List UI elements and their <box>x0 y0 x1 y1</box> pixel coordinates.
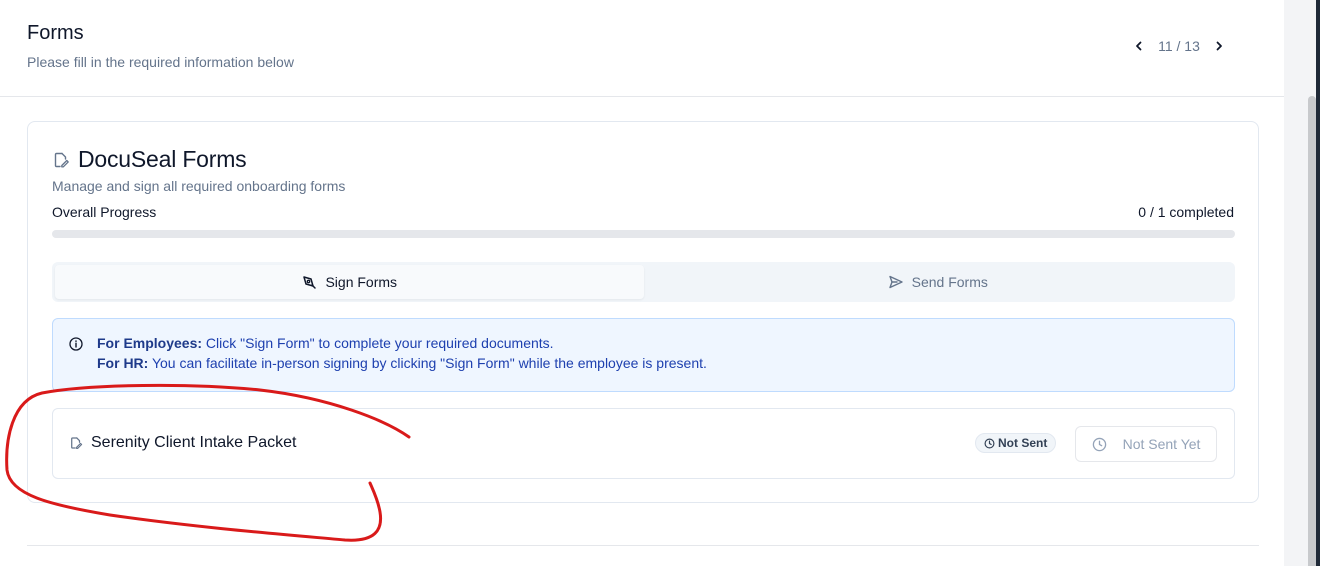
form-item-title: Serenity Client Intake Packet <box>69 434 296 452</box>
send-icon <box>888 275 903 289</box>
info-hr-line: For HR: You can facilitate in-person sig… <box>97 355 707 371</box>
divider <box>27 545 1259 546</box>
file-edit-icon <box>54 152 69 168</box>
info-icon <box>69 337 83 351</box>
next-page-button[interactable] <box>1206 36 1232 56</box>
tab-sign-forms[interactable]: Sign Forms <box>55 265 644 299</box>
status-badge: Not Sent <box>975 433 1057 453</box>
info-employees-label: For Employees: <box>97 335 203 351</box>
previous-page-button[interactable] <box>1126 36 1152 56</box>
tab-sign-forms-label: Sign Forms <box>325 274 398 290</box>
page-subtitle: Please fill in the required information … <box>27 54 294 70</box>
progress-label: Overall Progress <box>52 204 157 220</box>
page-title: Forms <box>27 22 84 44</box>
not-sent-yet-label: Not Sent Yet <box>1122 436 1201 452</box>
info-alert: For Employees: Click "Sign Form" to comp… <box>52 318 1235 392</box>
form-name: Serenity Client Intake Packet <box>91 434 297 451</box>
page-header: Forms Please fill in the required inform… <box>0 0 1284 97</box>
info-employees-line: For Employees: Click "Sign Form" to comp… <box>97 335 554 351</box>
tab-send-forms[interactable]: Send Forms <box>644 265 1233 299</box>
chevron-right-icon <box>1216 41 1222 51</box>
pagination: 11 / 13 <box>1126 36 1232 56</box>
progress-count: 0 / 1 completed <box>1138 204 1234 220</box>
forms-tabs: Sign Forms Send Forms <box>52 262 1235 302</box>
tab-send-forms-label: Send Forms <box>911 274 988 290</box>
form-list-item: Serenity Client Intake Packet Not Sent N… <box>52 408 1235 479</box>
info-hr-text: You can facilitate in-person signing by … <box>148 355 707 371</box>
card-header: DocuSeal Forms <box>52 146 247 173</box>
clock-icon <box>984 438 995 448</box>
signature-icon <box>303 276 317 289</box>
status-badge-label: Not Sent <box>998 436 1048 450</box>
clock-icon <box>1092 437 1106 451</box>
docuseal-forms-card: DocuSeal Forms Manage and sign all requi… <box>27 121 1259 503</box>
page-indicator: 11 / 13 <box>1158 38 1200 54</box>
window-edge <box>1316 0 1320 566</box>
info-hr-label: For HR: <box>97 355 149 371</box>
not-sent-yet-button[interactable]: Not Sent Yet <box>1075 426 1217 462</box>
card-title: DocuSeal Forms <box>78 146 247 172</box>
info-employees-text: Click "Sign Form" to complete your requi… <box>202 335 554 351</box>
scrollbar-thumb[interactable] <box>1308 96 1316 566</box>
progress-bar <box>52 230 1235 238</box>
card-description: Manage and sign all required onboarding … <box>52 178 346 194</box>
file-edit-icon <box>71 437 83 449</box>
chevron-left-icon <box>1136 41 1142 51</box>
